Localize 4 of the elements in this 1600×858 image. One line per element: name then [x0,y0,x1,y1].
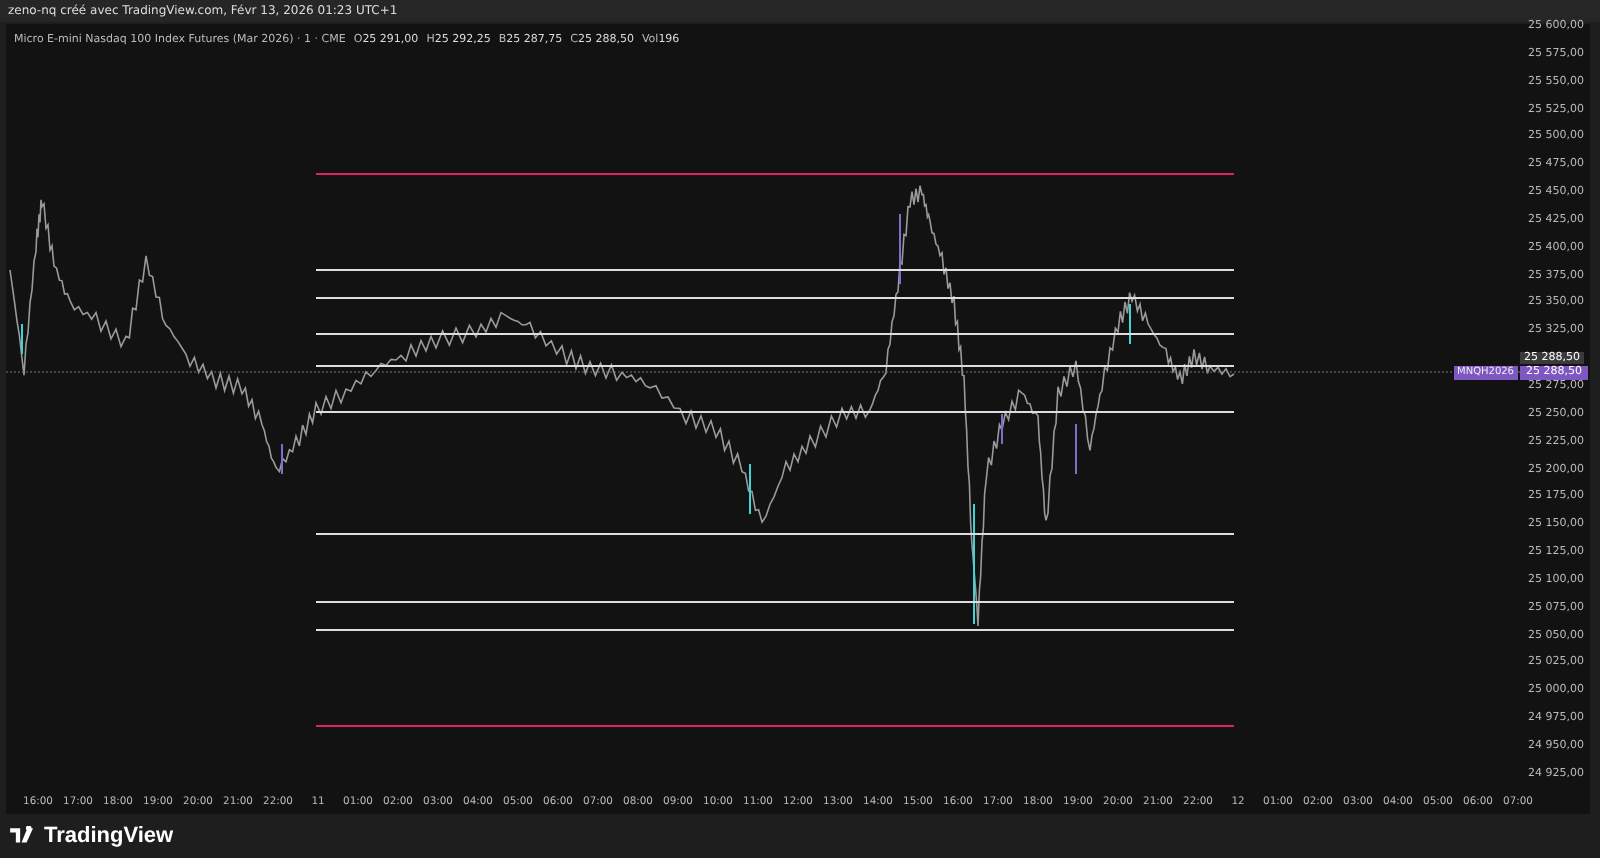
level-line[interactable] [315,725,1235,727]
level-line[interactable] [315,173,1235,175]
logo-icon [10,826,36,846]
brand-name: TradingView [44,824,174,848]
